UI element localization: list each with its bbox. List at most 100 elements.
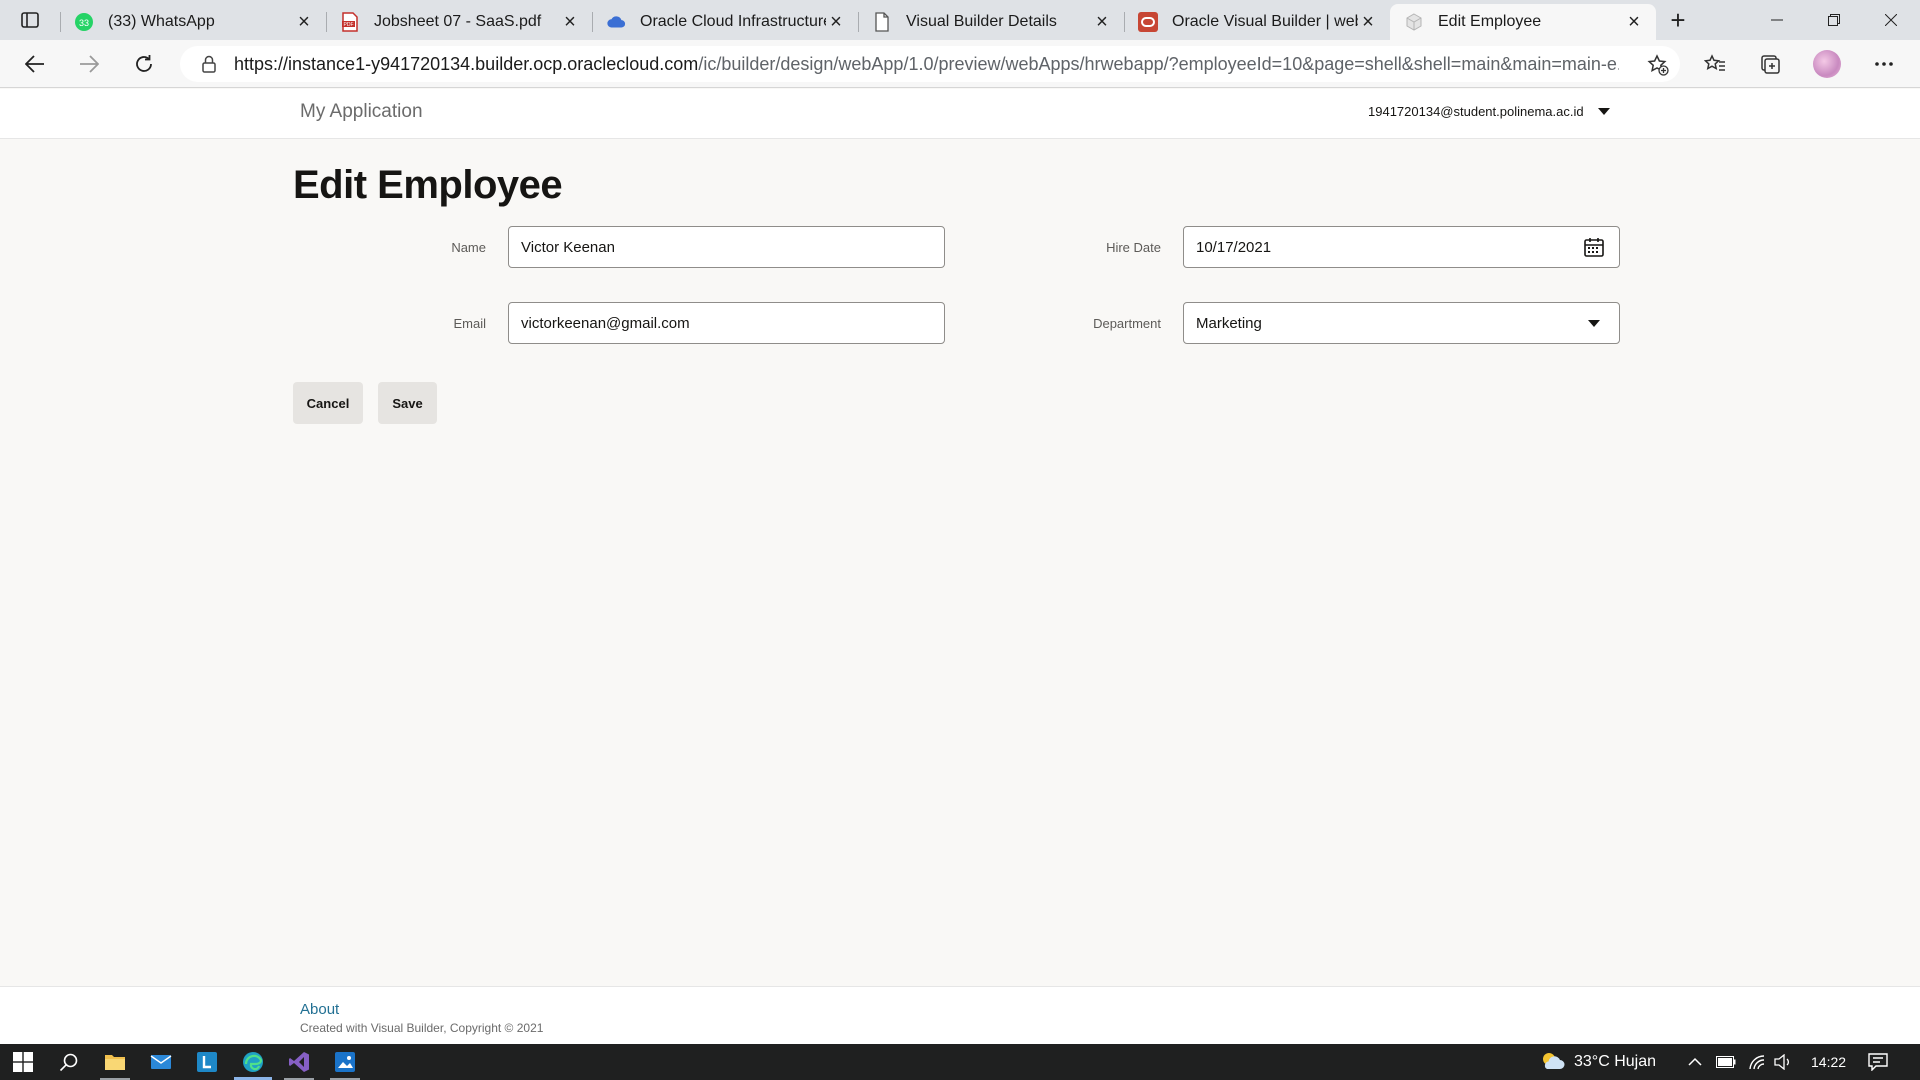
add-favorite-button[interactable] (1646, 53, 1670, 77)
weather-widget[interactable]: 33°C Hujan (1540, 1044, 1656, 1080)
avatar (1813, 50, 1841, 78)
chevron-up-icon (1688, 1057, 1702, 1066)
department-select[interactable]: Marketing (1183, 302, 1620, 344)
url-host: https://instance1-y941720134.builder.ocp… (234, 53, 699, 74)
start-button[interactable] (0, 1044, 46, 1080)
url-path: /ic/builder/design/webApp/1.0/preview/we… (698, 53, 1619, 74)
tab-whatsapp[interactable]: 33 (33) WhatsApp × (60, 4, 326, 40)
edge-button[interactable] (230, 1044, 276, 1080)
close-icon[interactable]: × (1092, 11, 1112, 33)
close-icon[interactable]: × (294, 11, 314, 33)
windows-logo-icon (13, 1052, 33, 1072)
svg-text:33: 33 (79, 18, 89, 28)
calendar-icon[interactable] (1581, 234, 1607, 260)
minimize-icon (1771, 19, 1783, 21)
url-field[interactable]: https://instance1-y941720134.builder.ocp… (180, 46, 1680, 82)
volume-indicator[interactable] (1774, 1044, 1792, 1080)
refresh-icon (136, 55, 152, 72)
new-tab-button[interactable]: + (1662, 4, 1694, 35)
file-explorer-button[interactable] (92, 1044, 138, 1080)
name-label: Name (451, 240, 486, 255)
app-header: My Application 1941720134@student.poline… (0, 89, 1920, 139)
battery-indicator[interactable] (1716, 1044, 1736, 1080)
about-link[interactable]: About (300, 1001, 339, 1018)
cube-icon (1404, 12, 1424, 32)
plus-icon: + (1670, 4, 1686, 35)
back-button[interactable] (18, 48, 52, 80)
whatsapp-icon: 33 (74, 12, 94, 32)
tab-title: Jobsheet 07 - SaaS.pdf (374, 13, 542, 30)
refresh-button[interactable] (127, 48, 161, 80)
notifications-button[interactable] (1868, 1044, 1888, 1080)
speaker-icon (1774, 1054, 1789, 1070)
show-hidden-icons-button[interactable] (1688, 1044, 1702, 1080)
search-button[interactable] (46, 1044, 92, 1080)
arrow-left-icon (25, 55, 44, 73)
url-text: https://instance1-y941720134.builder.ocp… (234, 54, 1619, 75)
app-name[interactable]: My Application (300, 101, 423, 123)
photo-app-button[interactable] (322, 1044, 368, 1080)
folder-icon (105, 1055, 125, 1070)
forward-button[interactable] (72, 48, 106, 80)
hire-date-input[interactable]: 10/17/2021 (1183, 226, 1620, 268)
save-button[interactable]: Save (378, 382, 437, 424)
copyright-text: Created with Visual Builder, Copyright ©… (300, 1021, 544, 1035)
visual-studio-icon (289, 1052, 309, 1072)
tab-title: Oracle Visual Builder | webA (1172, 13, 1358, 30)
cancel-button[interactable]: Cancel (293, 382, 363, 424)
restore-icon (1828, 14, 1840, 26)
arrow-right-icon (80, 55, 99, 73)
tab-title: Visual Builder Details (906, 13, 1057, 30)
search-icon (59, 1053, 78, 1072)
favorites-button[interactable] (1697, 48, 1733, 80)
user-menu[interactable]: 1941720134@student.polinema.ac.id (1368, 104, 1610, 119)
weather-text: 33°C Hujan (1574, 1053, 1656, 1070)
close-icon (1885, 14, 1897, 26)
more-icon (1875, 62, 1893, 66)
mail-icon (150, 1055, 172, 1069)
profile-button[interactable] (1809, 48, 1845, 80)
tab-actions-button[interactable] (14, 8, 46, 32)
minimize-button[interactable] (1749, 0, 1805, 40)
close-icon[interactable]: × (560, 11, 580, 33)
tab-title: Oracle Cloud Infrastructure (640, 13, 826, 30)
browser-tab-bar: 33 (33) WhatsApp × PDF Jobsheet 07 - Saa… (0, 0, 1920, 40)
tab-oracle-visual-builder[interactable]: Oracle Visual Builder | webA × (1124, 4, 1390, 40)
hire-date-label: Hire Date (1106, 240, 1161, 255)
user-email: 1941720134@student.polinema.ac.id (1368, 104, 1584, 119)
clock[interactable]: 14:22 (1811, 1044, 1846, 1080)
name-input[interactable]: Victor Keenan (508, 226, 945, 268)
visual-studio-button[interactable] (276, 1044, 322, 1080)
close-icon[interactable]: × (1624, 11, 1644, 33)
caret-down-icon (1597, 108, 1610, 115)
page-icon (872, 12, 892, 32)
tab-jobsheet-pdf[interactable]: PDF Jobsheet 07 - SaaS.pdf × (326, 4, 592, 40)
app-footer: About Created with Visual Builder, Copyr… (0, 986, 1920, 1044)
picture-icon (335, 1052, 355, 1072)
settings-menu-button[interactable] (1866, 48, 1902, 80)
close-window-button[interactable] (1863, 0, 1919, 40)
wifi-icon (1749, 1055, 1765, 1070)
close-icon[interactable]: × (826, 11, 846, 33)
tab-edit-employee[interactable]: Edit Employee × (1390, 4, 1656, 40)
edge-icon (243, 1052, 263, 1072)
browser-address-bar: https://instance1-y941720134.builder.ocp… (0, 40, 1920, 88)
close-icon[interactable]: × (1358, 11, 1378, 33)
svg-text:PDF: PDF (344, 22, 354, 28)
tab-oracle-cloud[interactable]: Oracle Cloud Infrastructure × (592, 4, 858, 40)
l-app-button[interactable] (184, 1044, 230, 1080)
tab-visual-builder-details[interactable]: Visual Builder Details × (858, 4, 1124, 40)
collections-button[interactable] (1752, 48, 1788, 80)
restore-button[interactable] (1806, 0, 1862, 40)
mail-button[interactable] (138, 1044, 184, 1080)
tab-actions-icon (21, 12, 39, 28)
lock-icon (200, 54, 218, 74)
department-value: Marketing (1196, 314, 1262, 332)
email-input[interactable]: victorkeenan@gmail.com (508, 302, 945, 344)
network-indicator[interactable] (1748, 1044, 1766, 1080)
page-title: Edit Employee (293, 163, 563, 207)
battery-icon (1716, 1056, 1736, 1068)
windows-taskbar: 33°C Hujan 14:22 (0, 1044, 1920, 1080)
star-add-icon (1647, 54, 1669, 76)
favorites-icon (1704, 54, 1725, 71)
